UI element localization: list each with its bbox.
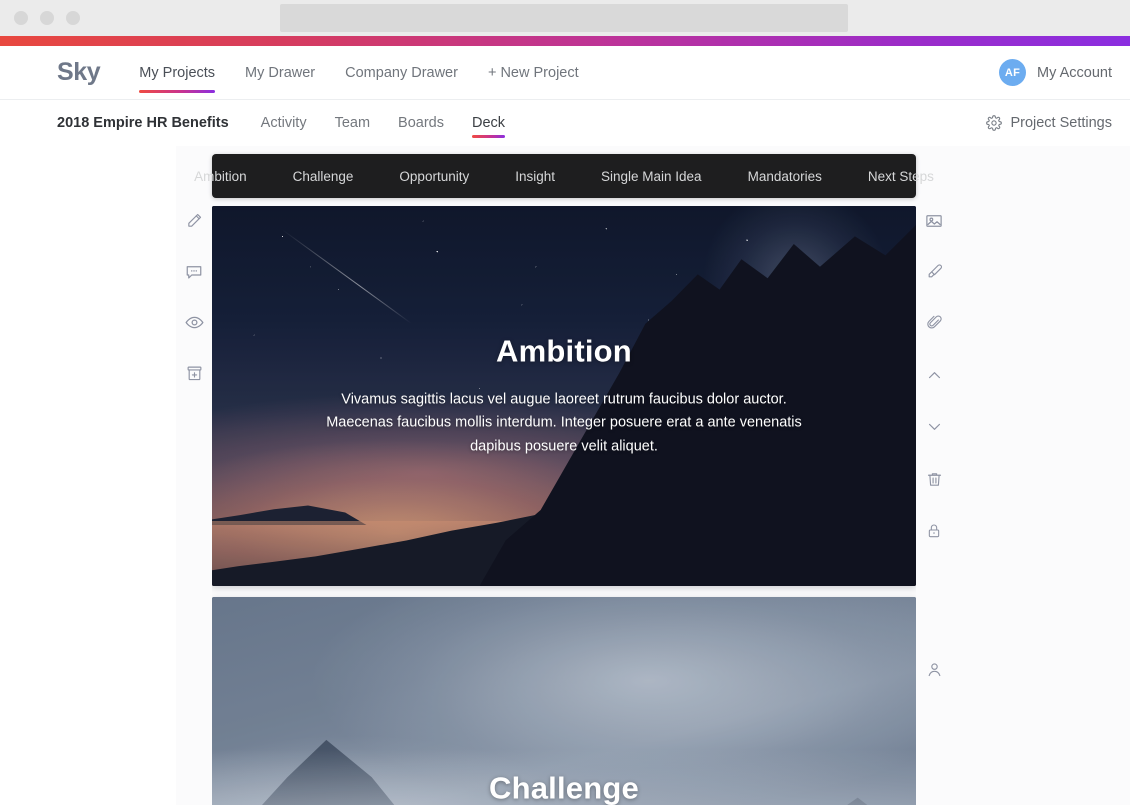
nav-label: My Drawer — [245, 64, 316, 81]
lock-icon[interactable] — [916, 516, 952, 545]
section-nav-item-ambition[interactable]: Ambition — [171, 169, 270, 184]
deck-area: Ambition Challenge Opportunity Insight S… — [0, 146, 1130, 805]
deck-card-ambition[interactable]: Ambition Vivamus sagittis lacus vel augu… — [212, 206, 916, 586]
section-navigation: Ambition Challenge Opportunity Insight S… — [194, 154, 934, 198]
pencil-icon[interactable] — [176, 206, 212, 235]
user-icon[interactable] — [916, 655, 952, 684]
nav-item-my-projects[interactable]: My Projects — [124, 46, 230, 99]
image-icon[interactable] — [916, 206, 952, 235]
nav-label: + New Project — [487, 64, 579, 81]
card-content: Challenge Vivamus sagittis lacus vel aug… — [212, 770, 916, 805]
account-label[interactable]: My Account — [1037, 65, 1112, 81]
close-window-button[interactable] — [14, 11, 28, 25]
nav-label: My Projects — [139, 64, 216, 81]
tab-team[interactable]: Team — [321, 100, 384, 146]
section-nav-item-single-main-idea[interactable]: Single Main Idea — [578, 169, 725, 184]
card-title: Ambition — [496, 333, 632, 369]
right-tool-rail — [916, 206, 952, 684]
nav-item-my-drawer[interactable]: My Drawer — [230, 46, 330, 99]
tab-deck[interactable]: Deck — [458, 100, 519, 146]
tab-label: Deck — [472, 115, 506, 131]
tab-label: Team — [334, 115, 371, 131]
deck-left-gutter — [0, 146, 176, 805]
minimize-window-button[interactable] — [40, 11, 54, 25]
section-nav-item-challenge[interactable]: Challenge — [270, 169, 377, 184]
traffic-lights — [14, 11, 80, 25]
app-logo[interactable]: Sky — [57, 60, 101, 85]
card-title: Challenge — [489, 769, 639, 805]
tab-label: Activity — [260, 115, 307, 131]
maximize-window-button[interactable] — [66, 11, 80, 25]
browser-chrome — [0, 0, 1130, 36]
section-nav-item-mandatories[interactable]: Mandatories — [725, 169, 845, 184]
section-nav-item-next-steps[interactable]: Next Steps — [845, 169, 957, 184]
card-body: Vivamus sagittis lacus vel augue laoreet… — [326, 391, 802, 455]
gear-icon — [986, 115, 1003, 131]
nav-item-new-project[interactable]: + New Project — [473, 46, 594, 99]
card-content: Ambition Vivamus sagittis lacus vel augu… — [212, 333, 916, 458]
deck-card-challenge[interactable]: Challenge Vivamus sagittis lacus vel aug… — [212, 597, 916, 805]
project-settings-label: Project Settings — [1010, 115, 1112, 131]
account-area[interactable]: AF My Account — [999, 59, 1112, 86]
tab-activity[interactable]: Activity — [247, 100, 321, 146]
brand-gradient-bar — [0, 36, 1130, 46]
paperclip-icon[interactable] — [916, 308, 952, 337]
address-bar[interactable] — [280, 4, 848, 32]
tab-label: Boards — [398, 115, 444, 131]
app-header: Sky My Projects My Drawer Company Drawer… — [0, 46, 1130, 100]
avatar[interactable]: AF — [999, 59, 1027, 86]
section-nav-item-insight[interactable]: Insight — [492, 169, 578, 184]
section-nav-item-opportunity[interactable]: Opportunity — [376, 169, 492, 184]
comment-icon[interactable] — [176, 257, 212, 286]
eyedropper-icon[interactable] — [916, 257, 952, 286]
tab-boards[interactable]: Boards — [384, 100, 458, 146]
page-title: 2018 Empire HR Benefits — [57, 115, 229, 131]
chevron-down-icon[interactable] — [916, 412, 952, 441]
chevron-up-icon[interactable] — [916, 361, 952, 390]
left-tool-rail — [176, 206, 212, 388]
project-bar: 2018 Empire HR Benefits Activity Team Bo… — [0, 100, 1130, 146]
archive-add-icon[interactable] — [176, 359, 212, 388]
eye-icon[interactable] — [176, 308, 212, 337]
nav-label: Company Drawer — [345, 64, 458, 81]
nav-item-company-drawer[interactable]: Company Drawer — [330, 46, 473, 99]
project-tabs: Activity Team Boards Deck — [247, 100, 519, 146]
main-navigation: My Projects My Drawer Company Drawer + N… — [124, 46, 593, 99]
project-settings-button[interactable]: Project Settings — [986, 115, 1112, 131]
trash-icon[interactable] — [916, 465, 952, 494]
deck-cards[interactable]: Ambition Vivamus sagittis lacus vel augu… — [212, 206, 916, 805]
